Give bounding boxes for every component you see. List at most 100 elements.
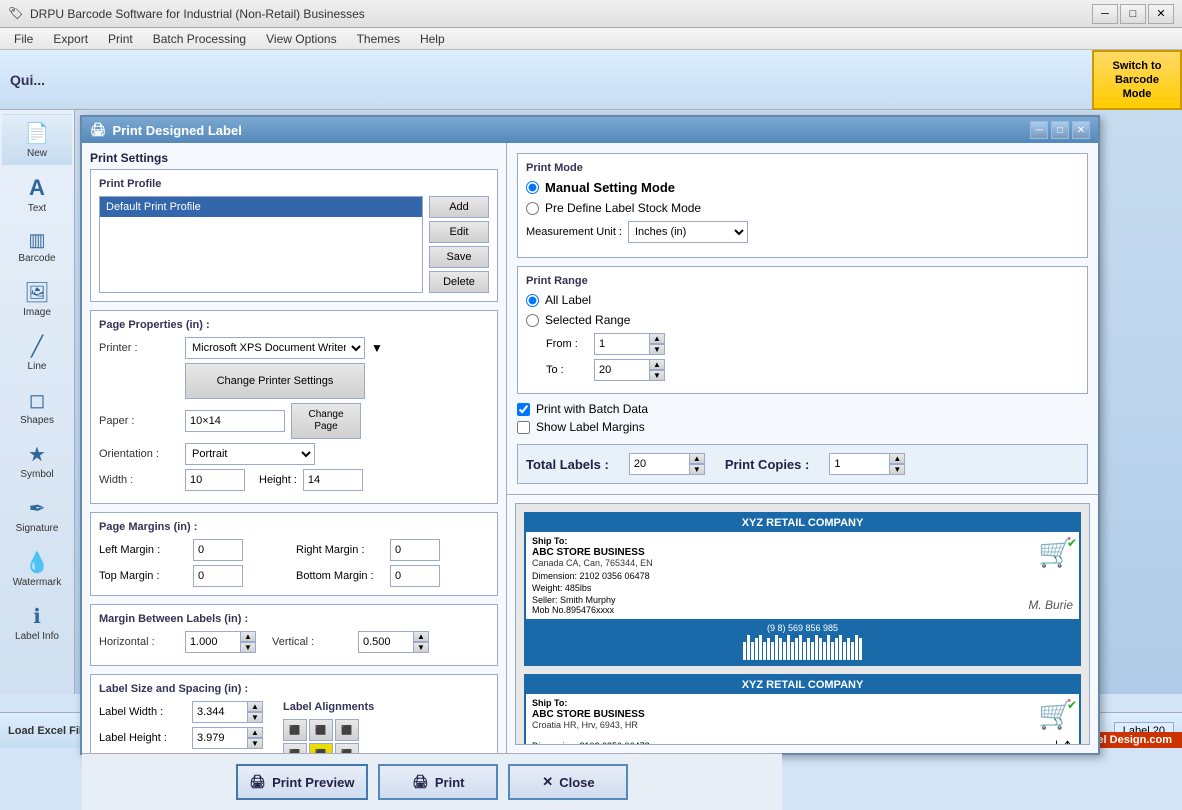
all-label-option[interactable]: All Label xyxy=(545,293,591,307)
dialog-maximize-button[interactable]: □ xyxy=(1051,121,1069,139)
label-height-input[interactable] xyxy=(192,727,247,749)
from-input[interactable] xyxy=(594,333,649,355)
menu-export[interactable]: Export xyxy=(43,30,98,48)
align-top-left[interactable]: ⬛ xyxy=(283,719,307,741)
label-width-down[interactable]: ▼ xyxy=(247,712,263,723)
selected-range-row: Selected Range xyxy=(526,313,1079,327)
vertical-down-button[interactable]: ▼ xyxy=(413,642,429,653)
add-profile-button[interactable]: Add xyxy=(429,196,489,218)
total-labels-input[interactable] xyxy=(629,453,689,475)
right-margin-input[interactable] xyxy=(390,539,440,561)
align-mid-center[interactable]: ⬛ xyxy=(309,743,333,753)
total-up[interactable]: ▲ xyxy=(689,453,705,464)
sidebar-item-shapes[interactable]: ◻ Shapes xyxy=(2,381,72,433)
change-page-button[interactable]: ChangePage xyxy=(291,403,361,439)
measurement-select[interactable]: Inches (in) xyxy=(628,221,748,243)
width-input[interactable] xyxy=(185,469,245,491)
menu-file[interactable]: File xyxy=(4,30,43,48)
orientation-select[interactable]: Portrait xyxy=(185,443,315,465)
delete-profile-button[interactable]: Delete xyxy=(429,271,489,293)
left-margin-input[interactable] xyxy=(193,539,243,561)
maximize-button[interactable]: □ xyxy=(1120,4,1146,24)
sidebar-item-new[interactable]: 📄 New xyxy=(2,114,72,166)
print-label: Print xyxy=(435,775,465,790)
top-margin-input[interactable] xyxy=(193,565,243,587)
label-height-spinner-buttons: ▲ ▼ xyxy=(247,727,263,749)
change-printer-button[interactable]: Change Printer Settings xyxy=(185,363,365,399)
menu-print[interactable]: Print xyxy=(98,30,143,48)
copies-up[interactable]: ▲ xyxy=(889,453,905,464)
align-mid-right[interactable]: ⬛ xyxy=(335,743,359,753)
to-input[interactable] xyxy=(594,359,649,381)
from-up[interactable]: ▲ xyxy=(649,333,665,344)
align-top-center[interactable]: ⬛ xyxy=(309,719,333,741)
dialog-close-button[interactable]: ✕ xyxy=(1072,121,1090,139)
switch-to-barcode-mode-button[interactable]: Switch toBarcodeMode xyxy=(1092,50,1182,110)
predefine-mode-row: Pre Define Label Stock Mode xyxy=(526,201,1079,215)
dialog-minimize-button[interactable]: ─ xyxy=(1030,121,1048,139)
print-copies-input[interactable] xyxy=(829,453,889,475)
printer-select[interactable]: Microsoft XPS Document Writer xyxy=(185,337,365,359)
horizontal-input[interactable] xyxy=(185,631,240,653)
vertical-up-button[interactable]: ▲ xyxy=(413,631,429,642)
sidebar-item-text[interactable]: A Text xyxy=(2,168,72,221)
paper-row: Paper : ChangePage xyxy=(99,403,489,439)
from-down[interactable]: ▼ xyxy=(649,344,665,355)
paper-input[interactable] xyxy=(185,410,285,432)
minimize-button[interactable]: ─ xyxy=(1092,4,1118,24)
label-width-input[interactable] xyxy=(192,701,247,723)
horizontal-down-button[interactable]: ▼ xyxy=(240,642,256,653)
to-down[interactable]: ▼ xyxy=(649,370,665,381)
close-button[interactable]: ✕ Close xyxy=(508,764,628,800)
sidebar-item-barcode[interactable]: ▥ Barcode xyxy=(2,223,72,271)
profile-list[interactable]: Default Print Profile xyxy=(99,196,423,293)
sidebar-item-label-info[interactable]: ℹ Label Info xyxy=(2,597,72,649)
predefine-mode-radio[interactable] xyxy=(526,202,539,215)
all-label-radio[interactable] xyxy=(526,294,539,307)
align-mid-left[interactable]: ⬛ xyxy=(283,743,307,753)
menu-batch-processing[interactable]: Batch Processing xyxy=(143,30,256,48)
copies-down[interactable]: ▼ xyxy=(889,464,905,475)
label-height-up[interactable]: ▲ xyxy=(247,727,263,738)
label-size-title: Label Size and Spacing (in) : xyxy=(99,683,489,695)
sidebar-item-signature[interactable]: ✒ Signature xyxy=(2,489,72,541)
print-copies-text: Print Copies : xyxy=(725,457,810,472)
show-margins-checkbox[interactable] xyxy=(517,421,530,434)
selected-range-radio[interactable] xyxy=(526,314,539,327)
sidebar-item-symbol[interactable]: ★ Symbol xyxy=(2,435,72,487)
show-margins-label[interactable]: Show Label Margins xyxy=(536,420,645,434)
height-input[interactable] xyxy=(303,469,363,491)
predefine-mode-label[interactable]: Pre Define Label Stock Mode xyxy=(545,201,701,215)
horizontal-up-button[interactable]: ▲ xyxy=(240,631,256,642)
page-properties-section: Page Properties (in) : Printer : Microso… xyxy=(90,310,498,504)
sidebar-item-line[interactable]: ╱ Line xyxy=(2,327,72,379)
menu-view-options[interactable]: View Options xyxy=(256,30,346,48)
edit-profile-button[interactable]: Edit xyxy=(429,221,489,243)
vertical-input[interactable] xyxy=(358,631,413,653)
manual-mode-label[interactable]: Manual Setting Mode xyxy=(545,180,675,195)
label-width-up[interactable]: ▲ xyxy=(247,701,263,712)
profile-item-default[interactable]: Default Print Profile xyxy=(100,197,422,217)
menu-help[interactable]: Help xyxy=(410,30,455,48)
menu-themes[interactable]: Themes xyxy=(347,30,410,48)
label-height-down[interactable]: ▼ xyxy=(247,738,263,749)
to-up[interactable]: ▲ xyxy=(649,359,665,370)
selected-range-label[interactable]: Selected Range xyxy=(545,313,630,327)
sidebar-item-image[interactable]: 🖼 Image xyxy=(2,273,72,325)
save-profile-button[interactable]: Save xyxy=(429,246,489,268)
manual-mode-radio[interactable] xyxy=(526,181,539,194)
total-down[interactable]: ▼ xyxy=(689,464,705,475)
ship-to-2: Ship To: xyxy=(532,698,645,708)
bottom-margin-input[interactable] xyxy=(390,565,440,587)
all-label-row: All Label xyxy=(526,293,1079,307)
sidebar-label-barcode: Barcode xyxy=(18,253,55,264)
app-close-button[interactable]: ✕ xyxy=(1148,4,1174,24)
print-preview-button[interactable]: 🖨 Print Preview xyxy=(236,764,369,800)
content-area: 🖨 Print Designed Label ─ □ ✕ Print Setti… xyxy=(75,110,1182,694)
align-top-right[interactable]: ⬛ xyxy=(335,719,359,741)
signature-1: M. Burie xyxy=(1028,598,1073,612)
sidebar-item-watermark[interactable]: 💧 Watermark xyxy=(2,543,72,595)
print-button[interactable]: 🖨 Print xyxy=(378,764,498,800)
print-batch-label[interactable]: Print with Batch Data xyxy=(536,402,648,416)
print-batch-checkbox[interactable] xyxy=(517,403,530,416)
